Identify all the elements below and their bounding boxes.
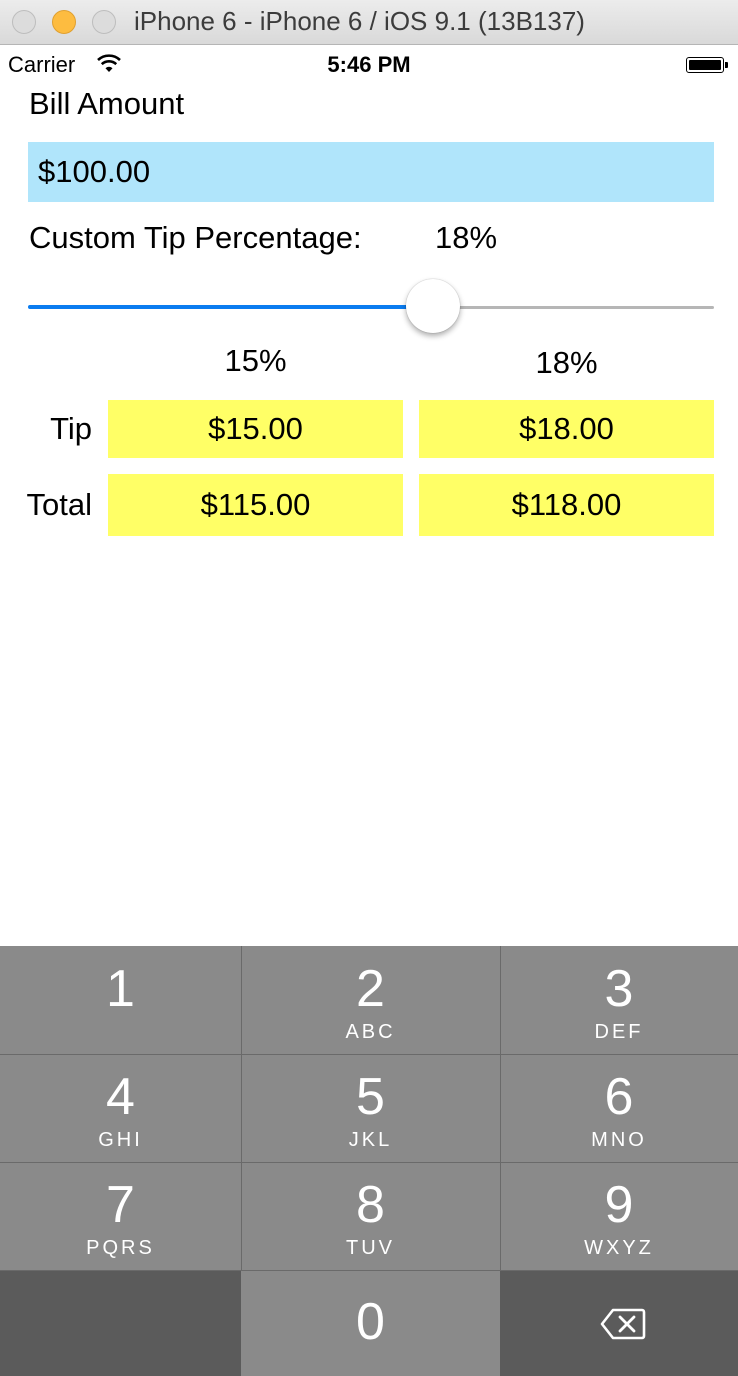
- key-3-letters: DEF: [594, 1021, 644, 1043]
- slider-min-track: [28, 305, 433, 309]
- key-4-digit: 4: [106, 1068, 135, 1126]
- total-row-label: Total: [26, 487, 92, 522]
- key-3[interactable]: 3 DEF: [500, 946, 738, 1054]
- bill-amount-label: Bill Amount: [29, 86, 185, 121]
- key-5[interactable]: 5 JKL: [241, 1054, 500, 1162]
- key-5-digit: 5: [356, 1068, 385, 1126]
- key-6-digit: 6: [604, 1068, 634, 1126]
- keypad-divider: [0, 1162, 738, 1163]
- window-title: iPhone 6 - iPhone 6 / iOS 9.1 (13B137): [134, 6, 585, 36]
- zoom-window-button[interactable]: [92, 10, 116, 34]
- minimize-window-button[interactable]: [52, 10, 76, 34]
- key-7-letters: PQRS: [86, 1237, 155, 1259]
- key-2[interactable]: 2 ABC: [241, 946, 500, 1054]
- battery-icon: [686, 57, 730, 75]
- custom-tip-label: Custom Tip Percentage:: [29, 220, 362, 255]
- tip-custom-percent-value: $18.00: [419, 400, 714, 458]
- key-9-letters: WXYZ: [584, 1237, 654, 1259]
- column-header-custom-percent: 18%: [535, 345, 598, 380]
- key-2-letters: ABC: [345, 1021, 396, 1043]
- key-4[interactable]: 4 GHI: [0, 1054, 241, 1162]
- simulator-title-bar: iPhone 6 - iPhone 6 / iOS 9.1 (13B137): [0, 0, 738, 45]
- keypad-divider: [0, 1270, 738, 1271]
- key-1-digit: 1: [106, 960, 135, 1018]
- tip-percentage-slider[interactable]: [28, 279, 714, 339]
- delete-key[interactable]: [500, 1270, 738, 1376]
- key-7-digit: 7: [106, 1176, 135, 1234]
- number-keypad: 1 2 ABC 3 DEF 4 GHI 5 JKL 6 MNO 7 PQRS 8…: [0, 946, 738, 1376]
- key-2-digit: 2: [356, 960, 385, 1018]
- blank-key: [0, 1270, 241, 1376]
- key-7[interactable]: 7 PQRS: [0, 1162, 241, 1270]
- bill-amount-input[interactable]: $100.00: [28, 142, 714, 202]
- key-3-digit: 3: [604, 960, 634, 1018]
- key-5-letters: JKL: [348, 1129, 393, 1151]
- key-8-letters: TUV: [346, 1237, 395, 1259]
- key-4-letters: GHI: [98, 1129, 143, 1151]
- slider-max-track: [433, 306, 714, 309]
- total-custom-percent-value: $118.00: [419, 474, 714, 536]
- tip-row-label: Tip: [50, 411, 92, 446]
- key-0-digit: 0: [356, 1293, 385, 1351]
- tip-15-percent-value: $15.00: [108, 400, 403, 458]
- total-15-percent-value: $115.00: [108, 474, 403, 536]
- keypad-divider: [0, 1054, 738, 1055]
- key-8-digit: 8: [356, 1176, 385, 1234]
- keypad-divider: [500, 946, 501, 1270]
- key-9-digit: 9: [604, 1176, 634, 1234]
- keypad-divider: [241, 946, 242, 1270]
- key-6-letters: MNO: [591, 1129, 647, 1151]
- column-header-15-percent: 15%: [224, 343, 287, 378]
- key-8[interactable]: 8 TUV: [241, 1162, 500, 1270]
- status-time: 5:46 PM: [327, 52, 411, 77]
- key-9[interactable]: 9 WXYZ: [500, 1162, 738, 1270]
- key-0[interactable]: 0: [241, 1270, 500, 1376]
- custom-tip-value: 18%: [435, 220, 498, 255]
- status-bar: Carrier 5:46 PM: [0, 46, 738, 84]
- close-window-button[interactable]: [12, 10, 36, 34]
- slider-thumb[interactable]: [406, 279, 460, 333]
- key-1[interactable]: 1: [0, 946, 241, 1054]
- key-6[interactable]: 6 MNO: [500, 1054, 738, 1162]
- backspace-icon: [600, 1308, 646, 1340]
